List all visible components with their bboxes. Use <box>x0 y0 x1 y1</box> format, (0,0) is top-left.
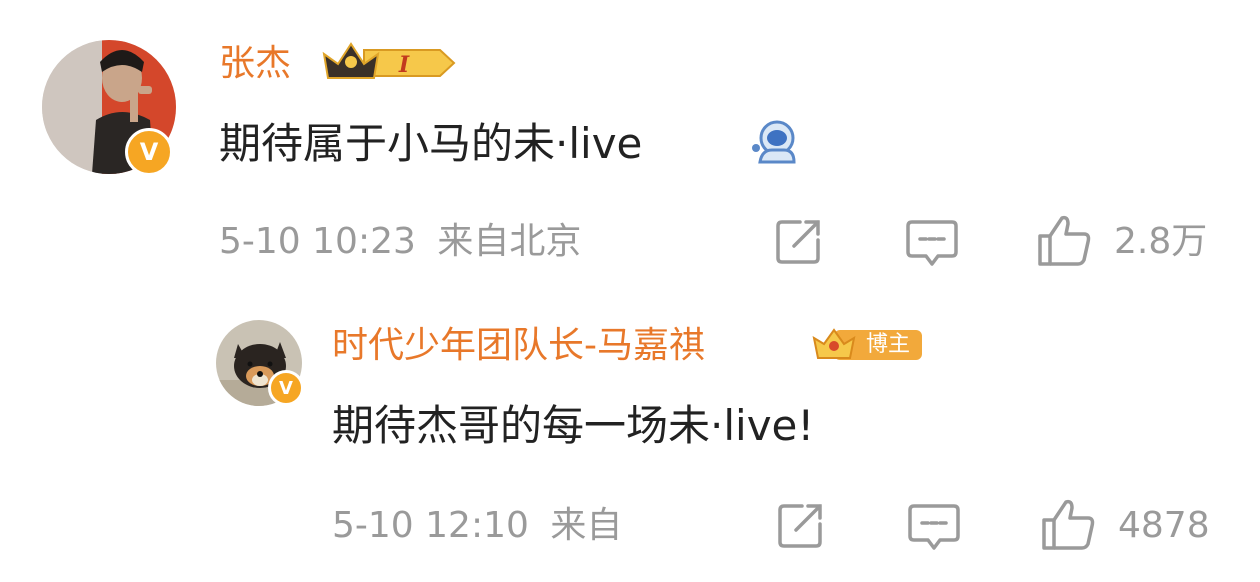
timestamp: 5-10 12:10 <box>332 505 529 546</box>
comment-meta: 5-10 12:10 来自​ <box>332 502 622 550</box>
username[interactable]: 张杰 <box>219 40 291 88</box>
location: 来自 <box>550 505 623 546</box>
level-badge[interactable]: I <box>320 40 456 86</box>
comment-text: 期待杰哥的每一场未·live! <box>332 401 815 450</box>
astronaut-emoji-icon <box>750 118 800 168</box>
verified-badge-icon: V <box>268 370 304 406</box>
like-button[interactable] <box>1036 214 1092 268</box>
share-icon <box>778 504 822 548</box>
reply-button[interactable] <box>906 218 958 268</box>
share-icon <box>776 220 820 264</box>
reply-button[interactable] <box>908 502 960 552</box>
share-button[interactable] <box>776 500 826 550</box>
blogger-tag: 博主 <box>812 324 924 364</box>
like-count: 2.8万 <box>1114 221 1208 262</box>
timestamp: 5-10 10:23 <box>219 221 416 262</box>
tag-label: 博主 <box>866 332 911 357</box>
like-button[interactable] <box>1040 498 1096 552</box>
comment-content: 期待属于小马的未·live <box>219 116 642 172</box>
level-text: I <box>398 52 410 78</box>
like-count: 4878 <box>1118 505 1210 546</box>
comment-text: 期待属于小马的未·live <box>219 119 643 168</box>
like-icon <box>1038 215 1091 266</box>
like-icon <box>1042 499 1095 550</box>
username[interactable]: 时代少年团队长-马嘉祺 <box>332 322 705 370</box>
share-button[interactable] <box>774 216 824 266</box>
verified-badge-icon: V <box>125 128 173 176</box>
comment-meta: 5-10 10:23 来自北京 <box>219 218 581 266</box>
comment-icon <box>906 220 958 266</box>
comment-icon <box>908 504 960 550</box>
location: 来自北京 <box>437 221 582 262</box>
